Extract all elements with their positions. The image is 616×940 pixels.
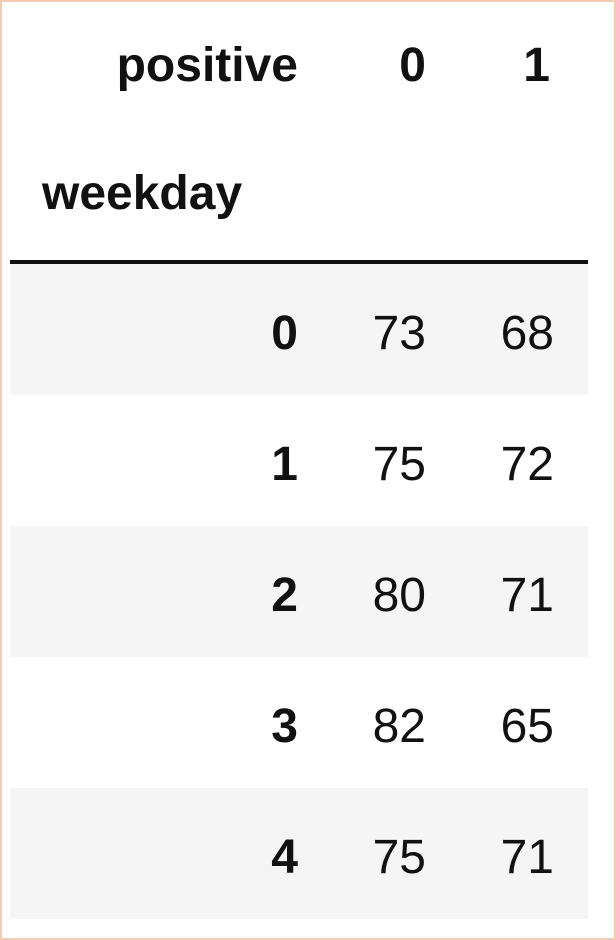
columns-name-label: positive: [116, 39, 298, 92]
table-cell: 71: [500, 569, 554, 622]
table-row: 1 75 72: [10, 395, 588, 526]
table-cell: 73: [372, 307, 426, 360]
table-cell: 82: [372, 700, 426, 753]
table-cell: 68: [500, 307, 554, 360]
column-header-row: positive 0 1: [10, 2, 588, 130]
table-row: 4 75 71: [10, 788, 588, 919]
index-header-row: weekday: [10, 130, 588, 264]
table-row: 2 80 71: [10, 526, 588, 657]
row-index-label: 2: [271, 569, 298, 622]
table-cell: 75: [372, 831, 426, 884]
table-cell: 65: [500, 700, 554, 753]
table-cell: 71: [500, 831, 554, 884]
row-index-label: 0: [271, 307, 298, 360]
table-cell: 75: [372, 438, 426, 491]
table-row: 0 73 68: [10, 264, 588, 395]
column-header-1: 1: [523, 39, 550, 92]
row-index-label: 3: [271, 700, 298, 753]
column-header-0: 0: [399, 39, 426, 92]
dataframe-table: positive 0 1 weekday 0 73 68 1 75 72 2 8…: [10, 2, 588, 919]
table-row: 3 82 65: [10, 657, 588, 788]
index-name-label: weekday: [42, 167, 243, 220]
screenshot-frame: positive 0 1 weekday 0 73 68 1 75 72 2 8…: [0, 0, 616, 940]
row-index-label: 4: [271, 831, 298, 884]
table-cell: 80: [372, 569, 426, 622]
row-index-label: 1: [271, 438, 298, 491]
table-cell: 72: [500, 438, 554, 491]
